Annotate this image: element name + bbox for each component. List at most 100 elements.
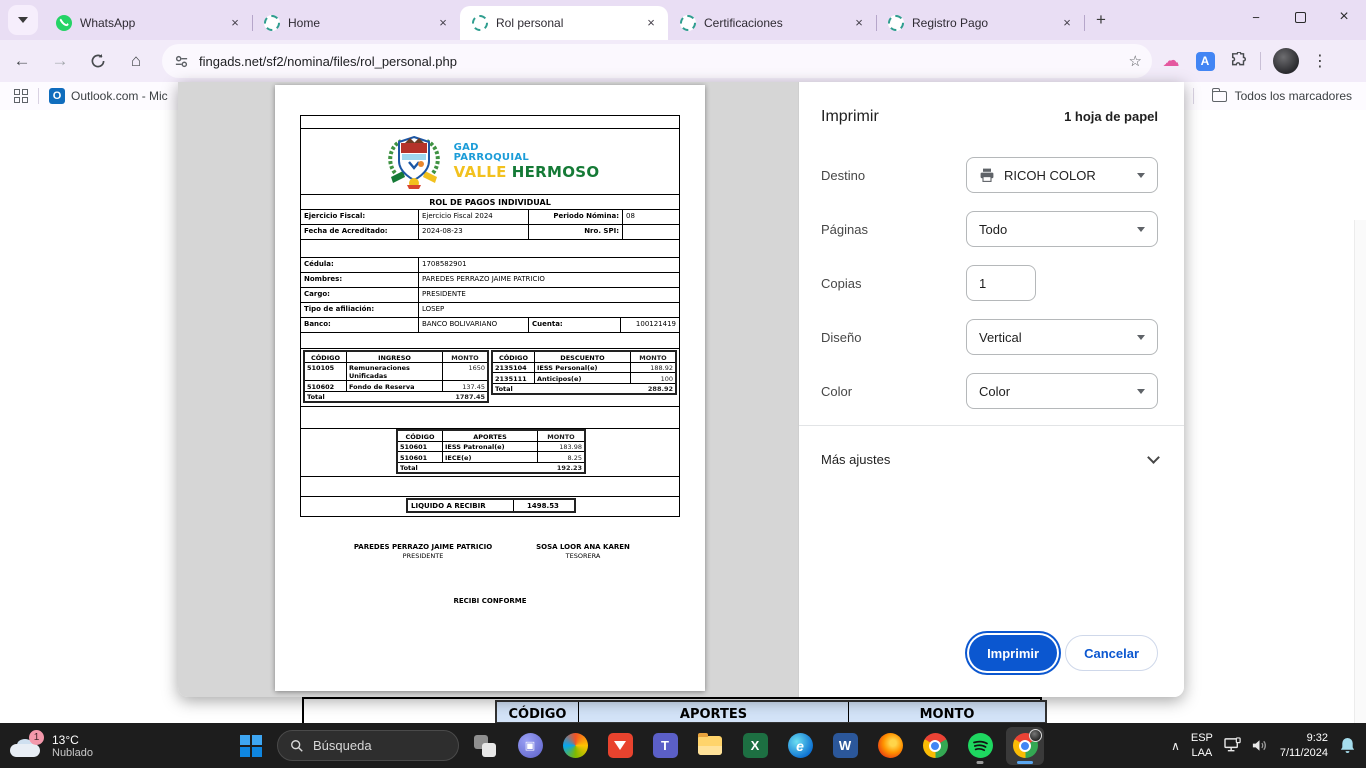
clock[interactable]: 9:32 7/11/2024 xyxy=(1280,731,1328,761)
whatsapp-icon xyxy=(56,15,72,31)
taskbar-icon-task-view[interactable] xyxy=(466,727,504,765)
copies-input[interactable] xyxy=(966,265,1036,301)
aportes-table-behind: CÓDIGO APORTES MONTO xyxy=(495,700,1047,724)
taskbar-icon-chrome[interactable] xyxy=(916,727,954,765)
network-icon[interactable] xyxy=(1224,737,1243,754)
weather-extension-icon[interactable]: ☁ xyxy=(1156,46,1186,76)
ingresos-table: CÓDIGOINGRESOMONTO 510105Remuneraciones … xyxy=(303,350,489,403)
maximize-icon xyxy=(1295,12,1306,23)
browser-toolbar: ← → ⌂ fingads.net/sf2/nomina/files/rol_p… xyxy=(0,40,1366,82)
close-icon[interactable]: × xyxy=(850,14,868,32)
close-icon[interactable]: × xyxy=(1058,14,1076,32)
profile-avatar[interactable] xyxy=(1271,46,1301,76)
site-settings-icon[interactable] xyxy=(174,54,189,69)
cloud-icon: ☁ xyxy=(1163,51,1180,71)
table-row: 510602Fondo de Reserva137.45 xyxy=(305,381,487,392)
notification-bell-icon[interactable] xyxy=(1339,736,1356,755)
notification-badge: 1 xyxy=(29,730,44,745)
more-settings-toggle[interactable]: Más ajustes xyxy=(821,444,1158,474)
minimize-button[interactable]: − xyxy=(1234,0,1278,34)
table-header: MONTO xyxy=(849,702,1045,722)
new-tab-button[interactable]: + xyxy=(1088,7,1114,33)
tab-whatsapp[interactable]: WhatsApp × xyxy=(44,6,252,40)
print-button[interactable]: Imprimir xyxy=(969,635,1057,671)
tab-rol-personal[interactable]: Rol personal × xyxy=(460,6,668,40)
chrome-icon xyxy=(923,733,948,758)
color-select[interactable]: Color xyxy=(966,373,1158,409)
close-icon[interactable]: × xyxy=(226,14,244,32)
tab-home[interactable]: Home × xyxy=(252,6,460,40)
destination-select[interactable]: RICOH COLOR xyxy=(966,157,1158,193)
tab-label: WhatsApp xyxy=(80,16,218,30)
translate-icon[interactable]: A xyxy=(1190,46,1220,76)
hidden-icons-chevron[interactable]: ∧ xyxy=(1171,739,1180,753)
table-header: APORTES xyxy=(579,702,849,722)
taskbar-icon-word[interactable]: W xyxy=(826,727,864,765)
extensions-puzzle-icon[interactable] xyxy=(1224,46,1254,76)
forward-button[interactable]: → xyxy=(44,45,76,77)
pages-label: Páginas xyxy=(821,222,868,237)
copies-label: Copias xyxy=(821,276,861,291)
weather-widget[interactable]: 1 13°C Nublado xyxy=(0,733,150,759)
payroll-document: GAD PARROQUIAL VALLE HERMOSO ROL DE PAGO… xyxy=(300,115,680,517)
volume-icon[interactable] xyxy=(1250,737,1269,754)
meta-row: Nombres: PAREDES PERRAZO JAIME PATRICIO xyxy=(301,273,679,288)
windows-icon xyxy=(240,735,262,757)
taskbar-icon-chrome-profile[interactable] xyxy=(1006,727,1044,765)
home-button[interactable]: ⌂ xyxy=(120,45,152,77)
pages-select[interactable]: Todo xyxy=(966,211,1158,247)
all-bookmarks-label[interactable]: Todos los marcadores xyxy=(1235,89,1352,103)
chevron-down-icon xyxy=(1137,173,1145,178)
weather-condition: Nublado xyxy=(52,747,93,759)
site-favicon xyxy=(888,15,904,31)
layout-select[interactable]: Vertical xyxy=(966,319,1158,355)
language-indicator[interactable]: ESP LAA xyxy=(1191,731,1213,761)
site-favicon xyxy=(264,15,280,31)
tab-search-button[interactable] xyxy=(8,5,38,35)
tab-certificaciones[interactable]: Certificaciones × xyxy=(668,6,876,40)
table-row: 510601IECE(e)8.25 xyxy=(398,452,584,463)
bookmark-outlook[interactable]: O Outlook.com - Mic xyxy=(49,88,168,104)
aportes-table: CÓDIGOAPORTESMONTO 510601IESS Patronal(e… xyxy=(396,429,586,474)
taskbar-icon-teams[interactable]: T xyxy=(646,727,684,765)
reload-button[interactable] xyxy=(82,45,114,77)
start-button[interactable] xyxy=(232,727,270,765)
meta-row: Cargo: PRESIDENTE xyxy=(301,288,679,303)
taskbar-icon-firefox[interactable] xyxy=(871,727,909,765)
back-button[interactable]: ← xyxy=(6,45,38,77)
site-favicon xyxy=(680,15,696,31)
apps-grid-icon[interactable] xyxy=(14,89,28,103)
signature-president: PAREDES PERRAZO JAIME PATRICIO PRESIDENT… xyxy=(303,543,543,560)
tab-registro-pago[interactable]: Registro Pago × xyxy=(876,6,1084,40)
document-title: ROL DE PAGOS INDIVIDUAL xyxy=(301,195,679,210)
bookmark-star-icon[interactable]: ☆ xyxy=(1129,52,1142,70)
maximize-button[interactable] xyxy=(1278,0,1322,34)
search-placeholder: Búsqueda xyxy=(313,738,372,753)
cancel-button[interactable]: Cancelar xyxy=(1065,635,1158,671)
close-icon[interactable]: × xyxy=(642,14,660,32)
bookmark-label: Outlook.com - Mic xyxy=(71,89,168,103)
meta-row: Fecha de Acreditado: 2024-08-23 Nro. SPI… xyxy=(301,225,679,240)
taskbar-icon-spotify[interactable] xyxy=(961,727,999,765)
page-scrollbar[interactable] xyxy=(1354,220,1366,768)
url-text[interactable]: fingads.net/sf2/nomina/files/rol_persona… xyxy=(199,54,1129,69)
taskbar-icon-file-explorer[interactable] xyxy=(691,727,729,765)
folder-icon xyxy=(1212,91,1227,102)
taskbar-icon-edge[interactable]: e xyxy=(781,727,819,765)
firefox-icon xyxy=(878,733,903,758)
menu-button[interactable]: ⋮ xyxy=(1305,46,1335,76)
taskbar-icon-pdf[interactable] xyxy=(601,727,639,765)
taskbar-search[interactable]: Búsqueda xyxy=(277,730,459,761)
table-total-row: Total288.92 xyxy=(493,384,675,394)
taskbar-icon-chat[interactable]: ▣ xyxy=(511,727,549,765)
time: 9:32 xyxy=(1280,731,1328,746)
print-preview-area: GAD PARROQUIAL VALLE HERMOSO ROL DE PAGO… xyxy=(178,82,798,697)
close-window-button[interactable]: × xyxy=(1322,0,1366,34)
table-row: 510105Remuneraciones Unificadas1650 xyxy=(305,363,487,382)
close-icon[interactable]: × xyxy=(434,14,452,32)
meta-row: Cédula: 1708582901 xyxy=(301,258,679,273)
omnibox[interactable]: fingads.net/sf2/nomina/files/rol_persona… xyxy=(162,44,1152,78)
taskbar-icon-excel[interactable]: X xyxy=(736,727,774,765)
taskbar-icon-copilot[interactable] xyxy=(556,727,594,765)
window-controls: − × xyxy=(1234,0,1366,34)
